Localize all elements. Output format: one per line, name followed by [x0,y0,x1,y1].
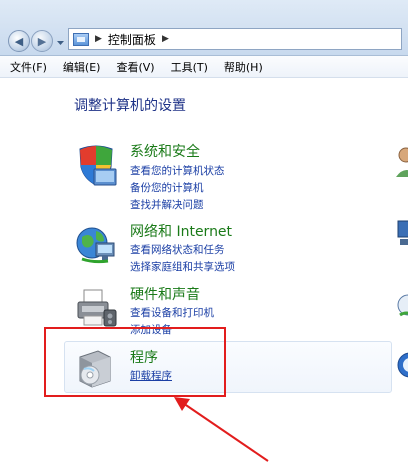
category-system-security: 系统和安全 查看您的计算机状态 备份您的计算机 查找并解决问题 [74,141,364,211]
menu-edit[interactable]: 编辑(E) [63,59,101,75]
link-troubleshoot[interactable]: 查找并解决问题 [130,197,204,212]
page-title: 调整计算机的设置 [74,98,186,114]
control-panel-content: 调整计算机的设置 系统和安全 查看您的计算机状态 备份您的计算机 查找并解决问题… [0,79,408,474]
shield-icon[interactable] [74,143,118,187]
network-globe-icon[interactable] [74,223,118,267]
link-view-network-status[interactable]: 查看网络状态和任务 [130,242,225,257]
forward-button[interactable]: ▶ [31,30,53,52]
link-homegroup-sharing[interactable]: 选择家庭组和共享选项 [130,259,235,274]
history-dropdown-icon[interactable] [56,38,65,47]
menu-help[interactable]: 帮助(H) [224,59,263,75]
breadcrumb-chevron-icon[interactable]: ▶ [162,34,169,44]
menu-tools[interactable]: 工具(T) [171,59,208,75]
user-accounts-icon[interactable] [394,143,408,183]
appearance-icon[interactable] [394,215,408,255]
category-title-system-security[interactable]: 系统和安全 [130,141,200,161]
ease-of-access-icon[interactable] [394,345,408,385]
forward-arrow-icon: ▶ [37,34,47,48]
menu-file[interactable]: 文件(F) [10,59,47,75]
menu-view[interactable]: 查看(V) [116,59,154,75]
red-arrow-icon [174,397,269,462]
back-button[interactable]: ◀ [8,30,30,52]
printer-icon[interactable] [74,286,118,330]
breadcrumb-chevron-icon[interactable]: ▶ [95,34,102,44]
breadcrumb-control-panel[interactable]: 控制面板 [108,31,156,48]
address-input[interactable]: ▶ 控制面板 ▶ [68,28,402,50]
clock-language-icon[interactable] [394,285,408,325]
category-title-hardware-sound[interactable]: 硬件和声音 [130,284,200,304]
menu-bar: 文件(F) 编辑(E) 查看(V) 工具(T) 帮助(H) [0,56,408,78]
category-title-network-internet[interactable]: 网络和 Internet [130,221,232,241]
link-view-computer-status[interactable]: 查看您的计算机状态 [130,163,225,178]
link-devices-printers[interactable]: 查看设备和打印机 [130,305,214,320]
category-network-internet: 网络和 Internet 查看网络状态和任务 选择家庭组和共享选项 [74,221,364,277]
back-arrow-icon: ◀ [14,34,24,48]
address-bar-area: ◀ ▶ ▶ 控制面板 ▶ [0,0,408,56]
control-panel-icon [73,32,89,46]
link-backup-computer[interactable]: 备份您的计算机 [130,180,204,195]
